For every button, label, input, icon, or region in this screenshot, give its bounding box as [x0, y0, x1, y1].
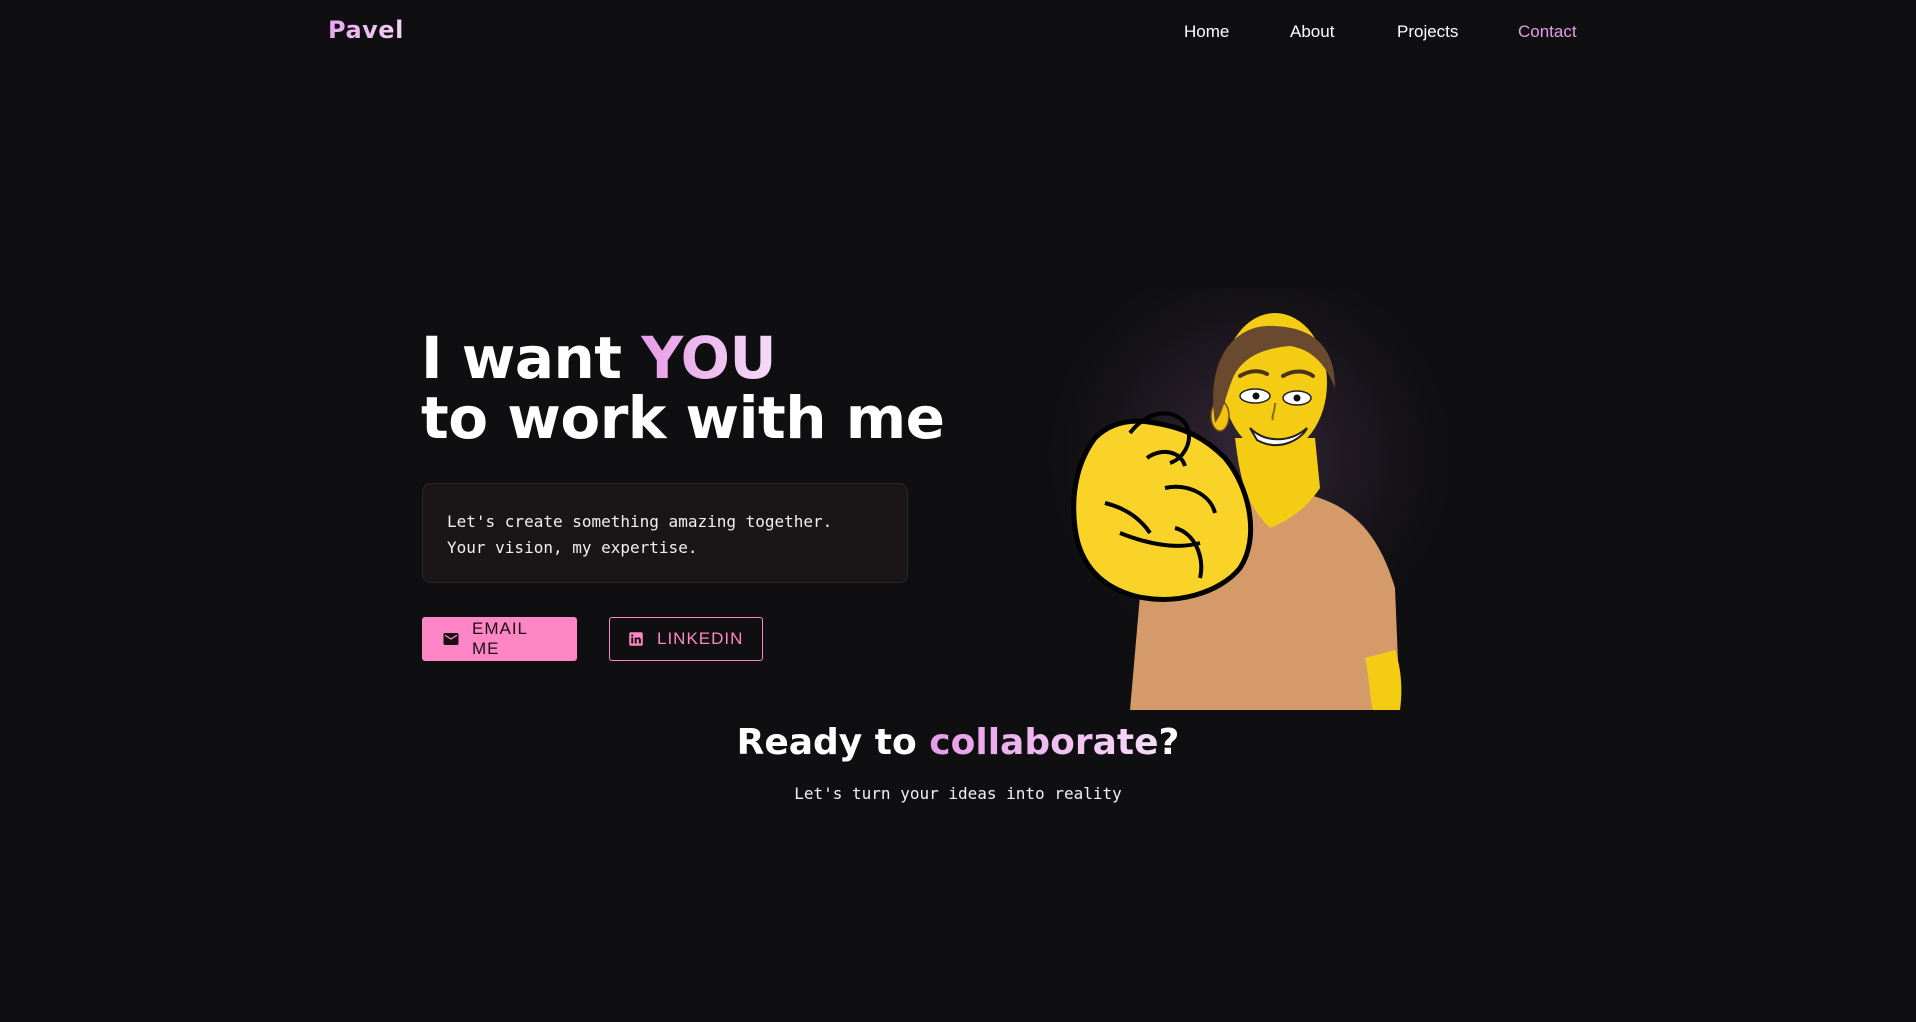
cta-title-suffix: ?	[1158, 722, 1180, 763]
cta-title: Ready to collaborate?	[0, 722, 1916, 763]
linkedin-icon	[627, 630, 645, 648]
hero-title: I want YOU to work with me	[421, 328, 945, 448]
nav-link-home[interactable]: Home	[1184, 22, 1229, 42]
hero-title-accent: YOU	[641, 324, 777, 392]
cta-title-prefix: Ready to	[736, 722, 930, 763]
email-me-label: EMAIL ME	[472, 619, 528, 658]
hero-title-prefix: I want	[421, 324, 642, 392]
nav-link-projects[interactable]: Projects	[1397, 22, 1458, 42]
linkedin-label: LINKEDIN	[657, 629, 744, 648]
site-logo[interactable]: Pavel	[328, 16, 404, 44]
mail-icon	[442, 630, 460, 648]
linkedin-button[interactable]: LINKEDIN	[609, 617, 763, 661]
hero-title-line2: to work with me	[421, 384, 945, 452]
cta-subtitle: Let's turn your ideas into reality	[794, 784, 1122, 803]
message-line-1: Let's create something amazing together.	[447, 512, 833, 531]
email-me-button[interactable]: EMAIL ME	[422, 617, 577, 661]
message-line-2: Your vision, my expertise.	[447, 538, 698, 557]
top-nav: Pavel Home About Projects Contact	[0, 0, 1916, 66]
nav-link-contact[interactable]: Contact	[1518, 22, 1577, 42]
message-box: Let's create something amazing together.…	[422, 483, 908, 583]
nav-link-about[interactable]: About	[1290, 22, 1334, 42]
pointing-man-illustration	[1035, 263, 1465, 710]
cta-title-accent: collaborate	[929, 722, 1159, 763]
